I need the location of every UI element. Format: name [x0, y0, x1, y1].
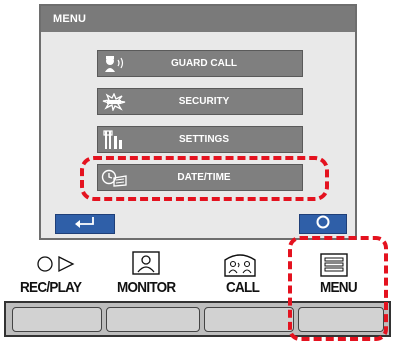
date-time-highlight — [80, 156, 329, 201]
menu-key-highlight — [288, 236, 388, 341]
circle-icon — [37, 256, 53, 277]
monitor-label: MONITOR — [117, 279, 176, 296]
settings-icon — [98, 126, 130, 153]
select-button[interactable] — [299, 214, 347, 234]
menu-item-label: SECURITY — [178, 96, 230, 107]
menu-item-label: GUARD CALL — [170, 58, 238, 69]
menu-item-label: SETTINGS — [178, 134, 229, 145]
back-button[interactable] — [55, 214, 115, 234]
menu-item-guard-call[interactable]: GUARD CALL — [97, 50, 303, 77]
call-button[interactable] — [204, 307, 294, 332]
security-icon — [98, 88, 130, 115]
play-icon — [57, 255, 75, 278]
rec-play-label: REC/PLAY — [20, 279, 82, 296]
screen-title: MENU — [53, 13, 87, 25]
circle-icon — [316, 215, 330, 234]
menu-screen: MENU GUARD CALL SECURITY SETTINGS DATE/T… — [39, 4, 357, 240]
menu-item-security[interactable]: SECURITY — [97, 88, 303, 115]
guard-call-icon — [98, 50, 130, 77]
screen-header: MENU — [41, 6, 355, 32]
menu-item-settings[interactable]: SETTINGS — [97, 126, 303, 153]
monitor-button[interactable] — [106, 307, 200, 332]
back-arrow-icon — [73, 215, 97, 233]
rec-play-button[interactable] — [12, 307, 102, 332]
call-label: CALL — [226, 279, 260, 296]
